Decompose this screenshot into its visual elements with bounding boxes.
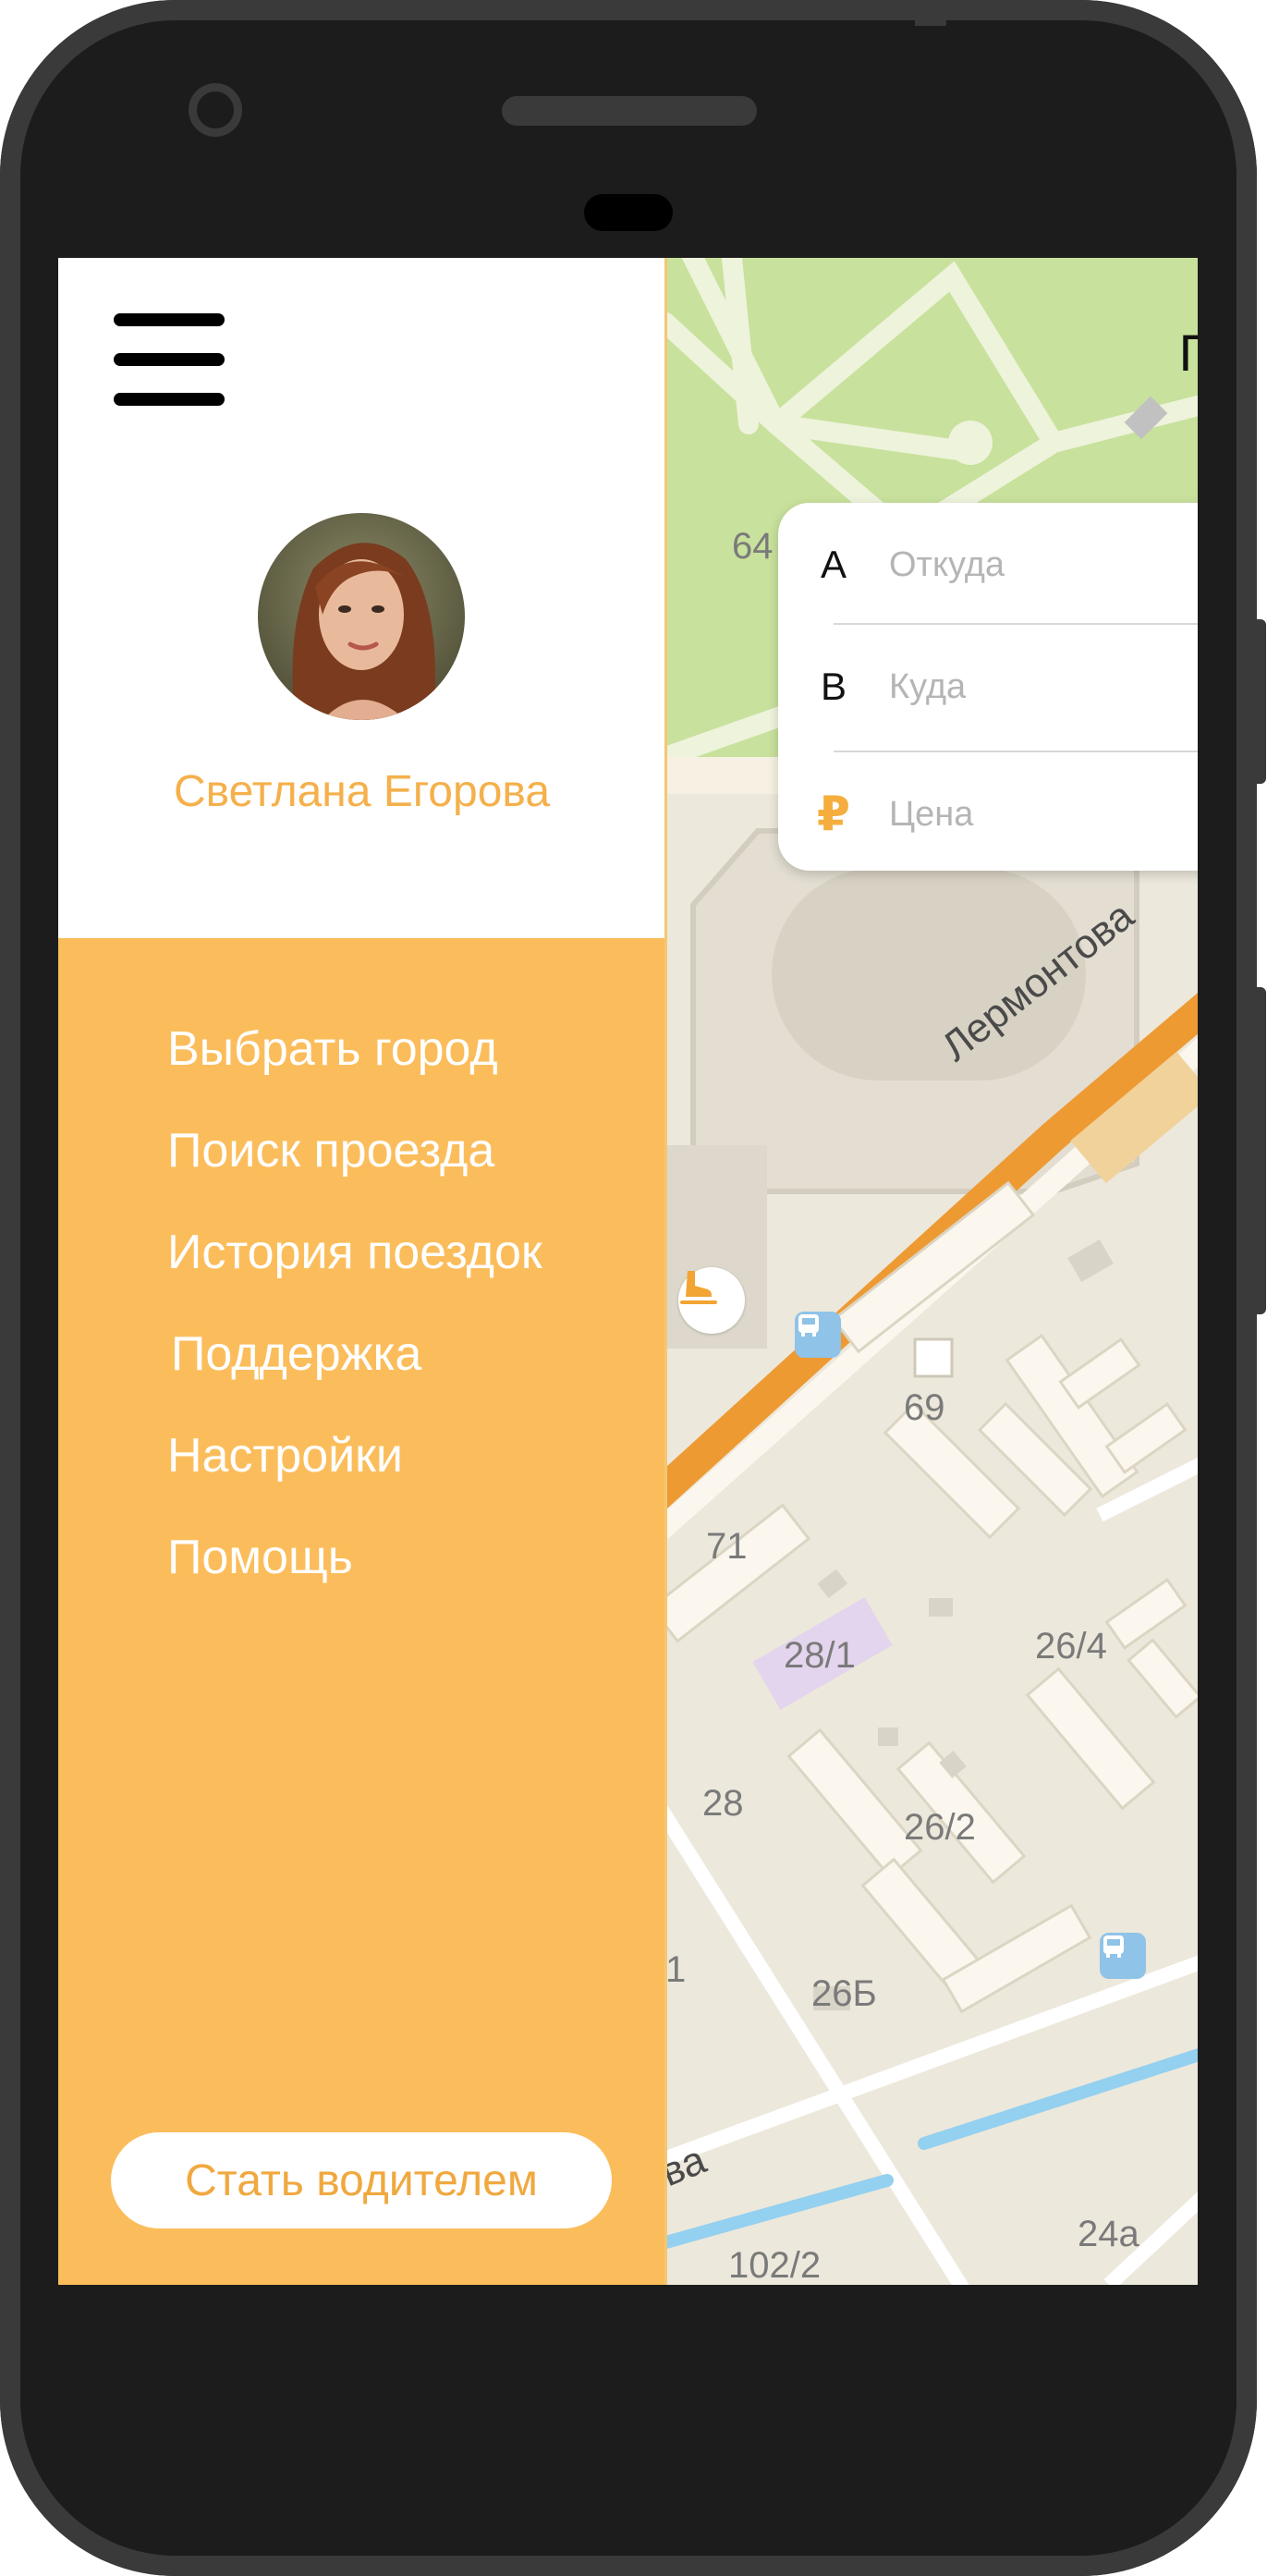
map-label: 28/1 [784,1635,856,1676]
earpiece-speaker [502,96,757,126]
phone-frame: П 64 69 71 28/1 26/4 28 26/2 1 26Б 24а 1… [0,0,1266,2576]
menu-item-choose-city[interactable]: Выбрать город [167,1021,498,1077]
become-driver-button[interactable]: Стать водителем [111,2132,612,2228]
map-header-peek: П [1178,324,1198,382]
proximity-sensor [584,194,673,231]
phone-edge [915,0,946,26]
map-label: 102/2 [728,2245,822,2285]
power-button [1249,987,1266,1314]
navigation-drawer: Светлана Егорова Выбрать город Поиск про… [58,258,667,2285]
menu-item-ride-search[interactable]: Поиск проезда [167,1123,494,1178]
map-label: 26/2 [904,1807,976,1848]
from-marker: A [820,543,847,586]
drawer-menu-area: Выбрать город Поиск проезда История поез… [58,938,665,2285]
route-form-card: A Откуда B Куда ₽ Цена [778,503,1198,871]
menu-icon[interactable] [114,313,225,406]
to-marker: B [820,665,847,708]
menu-item-support[interactable]: Поддержка [171,1326,421,1382]
to-field[interactable]: B Куда [778,625,1198,749]
map-label: 28 [702,1783,744,1824]
map-label: 64 [732,526,774,567]
bus-stop-icon[interactable] [1100,1933,1146,1979]
user-name: Светлана Егорова [173,767,551,816]
map-label: 24а [1078,2214,1139,2254]
map-label: 26/4 [1035,1626,1107,1666]
from-placeholder[interactable]: Откуда [889,545,1005,585]
bus-stop-icon[interactable] [795,1312,841,1358]
ice-skate-icon[interactable] [678,1267,745,1334]
ruble-icon: ₽ [816,787,851,841]
volume-button [1249,619,1266,784]
menu-item-help[interactable]: Помощь [167,1530,353,1585]
avatar[interactable] [258,513,465,720]
price-field[interactable]: ₽ Цена [778,752,1198,876]
drawer-header: Светлана Егорова [58,258,665,938]
map-label: 26Б [811,1973,877,2014]
map-label: 1 [665,1949,687,1990]
map-label: 71 [706,1526,748,1567]
front-camera [189,83,242,137]
map-label: 69 [904,1387,945,1428]
menu-item-settings[interactable]: Настройки [167,1428,403,1483]
drawer-edge [664,258,667,2285]
app-screen: П 64 69 71 28/1 26/4 28 26/2 1 26Б 24а 1… [58,258,1198,2285]
to-placeholder[interactable]: Куда [889,667,966,707]
from-field[interactable]: A Откуда [778,503,1198,627]
price-placeholder[interactable]: Цена [889,795,973,835]
menu-item-trip-history[interactable]: История поездок [167,1225,542,1280]
